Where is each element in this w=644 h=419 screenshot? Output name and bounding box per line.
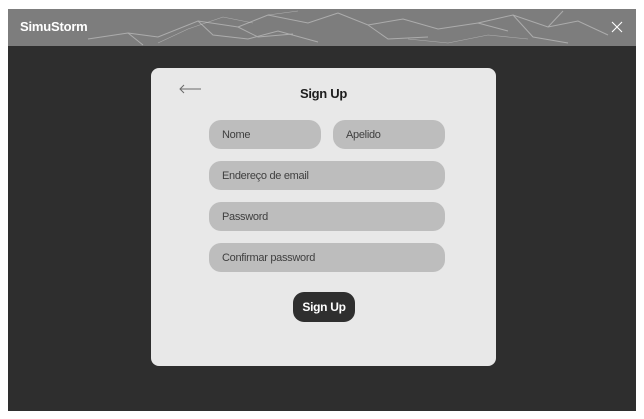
signup-button[interactable]: Sign Up — [293, 292, 355, 322]
signup-card: Sign Up Sign Up — [151, 68, 496, 366]
email-input[interactable] — [209, 161, 445, 190]
close-icon[interactable] — [608, 18, 626, 36]
confirm-password-input[interactable] — [209, 243, 445, 272]
title-bar: SimuStorm — [8, 9, 636, 46]
app-title: SimuStorm — [20, 19, 88, 34]
first-name-input[interactable] — [209, 120, 321, 149]
last-name-input[interactable] — [333, 120, 445, 149]
password-input[interactable] — [209, 202, 445, 231]
lightning-background — [87, 10, 609, 46]
app-window: SimuStorm Sign Up Sign Up — [8, 9, 636, 411]
signup-title: Sign Up — [299, 86, 347, 101]
